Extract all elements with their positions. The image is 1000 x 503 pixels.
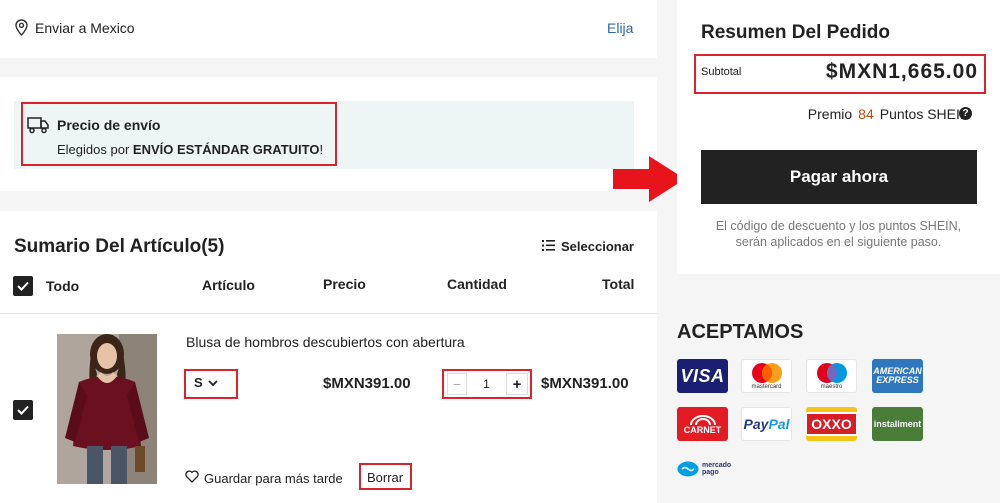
subtotal-label: Subtotal — [701, 66, 742, 78]
order-summary-title: Resumen Del Pedido — [701, 22, 890, 43]
carnet-icon — [689, 414, 716, 425]
maestro-logo-text: maestro — [820, 384, 843, 390]
pay-now-button[interactable]: Pagar ahora — [701, 150, 977, 204]
oxxo-logo-text: OXXO — [806, 412, 857, 436]
location-pin-icon — [15, 19, 28, 41]
col-header-quantity: Cantidad — [447, 276, 507, 292]
col-header-total: Total — [602, 276, 635, 292]
chevron-down-icon — [208, 375, 218, 390]
mastercard-logo: mastercard — [741, 359, 792, 393]
items-card: Sumario Del Artículo(5) Seleccionar Todo… — [0, 211, 657, 503]
visa-logo: VISA — [677, 359, 728, 393]
accept-title: ACEPTAMOS — [677, 321, 804, 343]
quantity-stepper: − 1 + — [447, 373, 528, 395]
points-prefix: Premio — [807, 106, 853, 122]
points-suffix: Puntos SHEIN — [879, 106, 970, 122]
check-icon — [17, 281, 29, 291]
size-value: S — [194, 375, 203, 390]
help-icon[interactable]: ? — [959, 107, 972, 120]
discount-note-line2: serán aplicados en el siguiente paso. — [735, 235, 942, 249]
check-icon — [17, 405, 29, 415]
ship-location-card: Enviar a Mexico Elija — [0, 0, 657, 58]
select-items-label: Seleccionar — [561, 239, 634, 254]
mastercard-icon — [751, 363, 782, 383]
visa-logo-text: VISA — [680, 365, 725, 386]
heart-icon — [185, 470, 199, 486]
oxxo-logo: OXXO — [806, 407, 857, 441]
installment-logo: installment — [872, 407, 923, 441]
points-value: 84 — [858, 106, 874, 122]
save-later-button[interactable]: Guardar para más tarde — [185, 470, 343, 486]
paypal-logo: Pay Pal — [741, 407, 792, 441]
mercadopago-icon — [677, 461, 699, 477]
installment-logo-text: installment — [873, 419, 922, 429]
amex-logo: AMERICAN EXPRESS — [872, 359, 923, 393]
truck-icon — [27, 116, 49, 139]
select-all-checkbox[interactable] — [13, 276, 33, 296]
discount-note-line1: El código de descuento y los puntos SHEI… — [715, 219, 962, 233]
size-select[interactable]: S — [194, 375, 218, 390]
subtotal-value: $MXN1,665.00 — [825, 60, 978, 83]
product-name[interactable]: Blusa de hombros descubiertos con abertu… — [186, 334, 465, 350]
items-section-title: Sumario Del Artículo(5) — [14, 236, 225, 257]
select-items-button[interactable]: Seleccionar — [542, 239, 634, 254]
amex-logo-text-2: EXPRESS — [876, 375, 919, 385]
col-header-all: Todo — [46, 278, 80, 294]
mercadopago-text-2: pago — [702, 469, 719, 476]
mastercard-logo-text: mastercard — [751, 384, 782, 390]
delete-button[interactable]: Borrar — [367, 470, 403, 485]
paypal-logo-text-1: Pay — [743, 416, 769, 432]
shipping-price-title: Precio de envío — [57, 117, 161, 133]
quantity-input[interactable]: 1 — [467, 373, 506, 395]
change-location-link[interactable]: Elija — [607, 20, 633, 36]
carnet-logo-text: CARNET — [683, 424, 722, 435]
item-total: $MXN391.00 — [541, 375, 629, 392]
quantity-increase-button[interactable]: + — [506, 373, 528, 395]
shipping-price-desc: Elegidos por ENVÍO ESTÁNDAR GRATUITO! — [57, 142, 323, 157]
col-header-price: Precio — [323, 276, 366, 292]
save-later-label: Guardar para más tarde — [204, 470, 343, 486]
carnet-logo: CARNET — [677, 407, 728, 441]
arrow-right-icon — [613, 156, 685, 202]
shipping-desc-suffix: ! — [319, 142, 324, 157]
quantity-decrease-button[interactable]: − — [447, 373, 467, 395]
item-price: $MXN391.00 — [323, 375, 411, 392]
shipping-desc-bold: ENVÍO ESTÁNDAR GRATUITO — [132, 142, 320, 157]
maestro-icon — [816, 363, 847, 383]
col-header-article: Artículo — [202, 277, 255, 293]
shipping-desc-prefix: Elegidos por — [57, 142, 130, 157]
mercadopago-text-1: mercado — [702, 462, 732, 469]
product-image[interactable] — [57, 334, 157, 484]
mercadopago-logo: mercado pago — [677, 461, 731, 477]
header-divider — [0, 313, 657, 314]
ship-location-text: Enviar a Mexico — [35, 20, 135, 36]
order-summary-card: Resumen Del Pedido Subtotal $MXN1,665.00… — [677, 0, 1000, 274]
item-checkbox[interactable] — [13, 400, 33, 420]
points-row: Premio 84 Puntos SHEIN — [808, 106, 970, 122]
list-icon — [542, 239, 555, 254]
paypal-logo-text-2: Pal — [768, 416, 790, 432]
shipping-price-card: Precio de envío Elegidos por ENVÍO ESTÁN… — [0, 77, 657, 191]
maestro-logo: maestro — [806, 359, 857, 393]
